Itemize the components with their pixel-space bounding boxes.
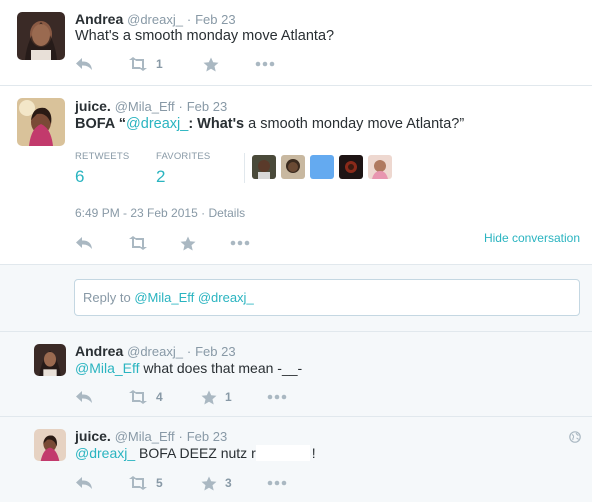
mention-link[interactable]: @dreaxj_	[126, 116, 188, 132]
favorite-button[interactable]	[203, 57, 255, 72]
retweets-value[interactable]: 6	[75, 165, 156, 189]
mention-link[interactable]: @Mila_Eff	[75, 360, 140, 376]
tweet-text: @Mila_Eff what does that mean -__-	[75, 359, 302, 378]
tweet-text: BOFA “@dreaxj_: What's a smooth monday m…	[75, 115, 464, 134]
display-name[interactable]: Andrea	[75, 11, 123, 27]
avatar[interactable]	[368, 155, 392, 179]
more-icon	[267, 480, 287, 486]
reply-mention: @dreaxj_	[194, 290, 254, 305]
text-colon: :	[188, 116, 198, 132]
reply-placeholder-prefix: Reply to	[83, 290, 135, 305]
mention-link[interactable]: @dreaxj_	[75, 445, 135, 461]
text-body: BOFA DEEZ nutz r	[135, 445, 256, 461]
tweet-text: @dreaxj_ BOFA DEEZ nutz r!	[75, 444, 316, 463]
more-button[interactable]	[255, 61, 275, 67]
favorites-stat[interactable]: FAVORITES 2	[156, 151, 237, 189]
avatar[interactable]	[17, 12, 65, 60]
full-timestamp[interactable]: 6:49 PM - 23 Feb 2015	[75, 206, 198, 220]
more-button[interactable]	[267, 394, 287, 400]
reply-icon	[76, 477, 92, 489]
retweet-button[interactable]: 4	[128, 390, 201, 404]
avatar[interactable]	[339, 155, 363, 179]
favorite-button[interactable]	[180, 236, 230, 251]
display-name[interactable]: juice.	[75, 98, 111, 114]
avatar[interactable]	[281, 155, 305, 179]
favorites-label: FAVORITES	[156, 151, 211, 162]
separator: ·	[186, 12, 192, 27]
favorite-count: 3	[225, 476, 232, 490]
retweet-button[interactable]: 5	[128, 476, 201, 490]
favorite-button[interactable]: 1	[201, 390, 267, 405]
favorite-icon	[203, 57, 219, 71]
text-rest: a smooth monday move Atlanta?”	[244, 116, 465, 132]
display-name[interactable]: Andrea	[75, 343, 123, 359]
retweet-count: 5	[156, 476, 163, 490]
retweet-button[interactable]: 1	[128, 57, 203, 71]
retweet-icon	[129, 390, 147, 404]
text-bold: What's	[197, 116, 245, 132]
retweet-icon	[129, 57, 147, 71]
more-icon	[255, 61, 275, 67]
retweet-icon	[129, 236, 147, 250]
avatar[interactable]	[17, 98, 65, 146]
timestamp[interactable]: Feb 23	[195, 344, 235, 359]
timestamp[interactable]: Feb 23	[187, 429, 227, 444]
text-prefix: BOFA “	[75, 116, 127, 132]
separator: ·	[186, 344, 192, 359]
hide-conversation-link[interactable]: Hide conversation	[484, 231, 580, 245]
username[interactable]: @dreaxj_	[127, 12, 183, 27]
username[interactable]: @dreaxj_	[127, 344, 183, 359]
tweet-andrea-original[interactable]: Andrea @dreaxj_ · Feb 23 What's a smooth…	[0, 0, 592, 85]
retweets-label: RETWEETS	[75, 151, 130, 162]
timestamp[interactable]: Feb 23	[195, 12, 235, 27]
avatar[interactable]	[252, 155, 276, 179]
separator: ·	[178, 99, 183, 114]
details-link[interactable]: Details	[208, 206, 245, 220]
reply-button[interactable]	[75, 57, 128, 71]
more-icon	[267, 394, 287, 400]
reply-icon	[76, 391, 92, 403]
retweet-button[interactable]	[128, 236, 180, 250]
favorite-icon	[180, 236, 196, 250]
avatar[interactable]	[310, 155, 334, 179]
more-button[interactable]	[267, 480, 287, 486]
avatar[interactable]	[34, 344, 66, 376]
retweets-stat[interactable]: RETWEETS 6	[75, 151, 156, 189]
tweet-text: What's a smooth monday move Atlanta?	[75, 28, 335, 44]
reply-button[interactable]	[75, 476, 128, 490]
favoriter-avatars	[252, 155, 392, 179]
redacted-block	[255, 445, 310, 461]
favorite-icon	[201, 476, 217, 490]
reply-mention: @Mila_Eff	[134, 290, 195, 305]
display-name[interactable]: juice.	[75, 428, 111, 444]
favorite-count: 1	[225, 390, 232, 404]
avatar[interactable]	[34, 429, 66, 461]
favorite-button[interactable]: 3	[201, 476, 267, 491]
more-icon	[230, 240, 250, 246]
globe-icon[interactable]	[569, 431, 581, 443]
separator: ·	[201, 206, 206, 220]
reply-button[interactable]	[75, 390, 128, 404]
text-end: !	[311, 445, 316, 461]
separator: ·	[178, 429, 183, 444]
retweet-count: 1	[156, 57, 163, 71]
username[interactable]: @Mila_Eff	[115, 99, 175, 114]
favorites-value[interactable]: 2	[156, 165, 237, 189]
reply-icon	[76, 58, 92, 70]
tweet-meta: 6:49 PM - 23 Feb 2015 · Details	[75, 206, 245, 220]
stats-divider	[244, 153, 245, 183]
retweet-icon	[129, 476, 147, 490]
retweet-count: 4	[156, 390, 163, 404]
timestamp[interactable]: Feb 23	[187, 99, 227, 114]
reply-icon	[76, 237, 92, 249]
favorite-icon	[201, 390, 217, 404]
reply-button[interactable]	[75, 236, 128, 250]
reply-input[interactable]: Reply to @Mila_Eff @dreaxj_	[74, 279, 580, 316]
username[interactable]: @Mila_Eff	[115, 429, 175, 444]
text-body: what does that mean -__-	[139, 360, 303, 376]
more-button[interactable]	[230, 240, 250, 246]
